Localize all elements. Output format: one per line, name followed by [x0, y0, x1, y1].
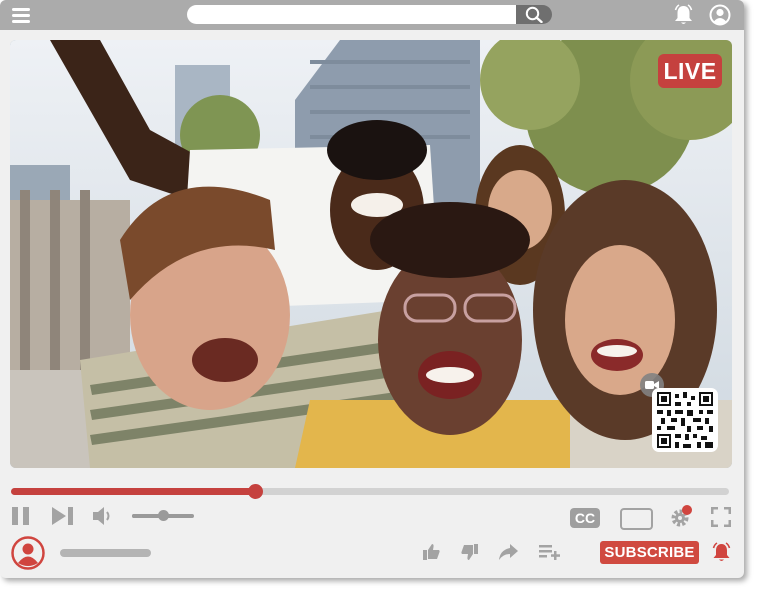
miniplayer-button[interactable]	[620, 508, 653, 530]
live-badge: LIVE	[658, 54, 722, 88]
search-icon	[525, 6, 543, 23]
like-icon[interactable]	[423, 544, 440, 560]
captions-button[interactable]: CC	[570, 508, 600, 528]
search-input[interactable]	[187, 5, 516, 24]
notification-bell-icon[interactable]	[711, 542, 732, 563]
channel-name-placeholder	[60, 549, 151, 557]
top-bar	[0, 0, 744, 30]
account-circle-icon[interactable]	[709, 4, 731, 26]
fullscreen-icon[interactable]	[711, 507, 731, 527]
share-icon[interactable]	[499, 544, 518, 560]
settings-gear-icon[interactable]	[669, 503, 695, 529]
volume-slider[interactable]	[132, 510, 194, 521]
dislike-icon[interactable]	[461, 544, 478, 560]
notification-bell-icon[interactable]	[673, 4, 694, 26]
channel-avatar[interactable]	[11, 536, 45, 570]
volume-icon[interactable]	[92, 506, 114, 526]
progress-played	[11, 488, 256, 495]
progress-bar[interactable]	[11, 484, 729, 499]
volume-knob[interactable]	[158, 510, 169, 521]
subscribe-button[interactable]: SUBSCRIBE	[600, 541, 699, 564]
pause-icon[interactable]	[11, 506, 31, 526]
search-button[interactable]	[516, 5, 552, 24]
video-player-window: LIVE CC SUBSCRIBE	[0, 0, 744, 578]
video-thumbnail	[10, 40, 732, 468]
qr-code[interactable]	[652, 388, 718, 452]
add-to-playlist-icon[interactable]	[539, 544, 561, 560]
menu-icon[interactable]	[12, 8, 30, 23]
video-frame[interactable]: LIVE	[10, 40, 732, 468]
skip-next-icon[interactable]	[51, 506, 74, 526]
progress-scrubber[interactable]	[248, 484, 264, 499]
